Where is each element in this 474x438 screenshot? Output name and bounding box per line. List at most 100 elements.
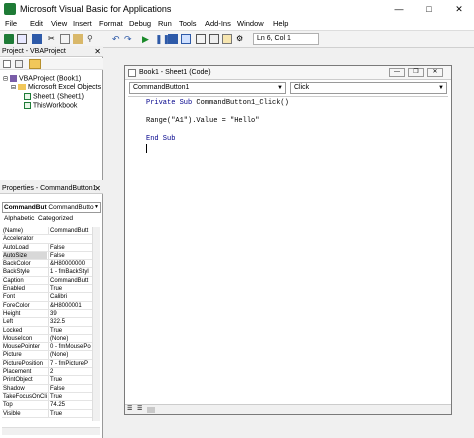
- close-button[interactable]: ✕: [444, 0, 474, 18]
- menu-file[interactable]: File: [5, 19, 17, 28]
- menu-debug[interactable]: Debug: [129, 19, 151, 28]
- property-row[interactable]: Picture (None): [2, 351, 92, 360]
- undo-icon[interactable]: ↶: [112, 34, 122, 44]
- property-value[interactable]: False: [48, 384, 92, 392]
- object-combo[interactable]: CommandButton1 ▼: [129, 82, 286, 94]
- view-code-icon[interactable]: [3, 60, 11, 68]
- design-mode-icon[interactable]: [181, 34, 191, 44]
- property-value[interactable]: False: [48, 251, 92, 260]
- property-value[interactable]: CommandButt: [48, 276, 92, 285]
- property-row[interactable]: Caption CommandButt: [2, 276, 92, 286]
- property-row[interactable]: PrintObject True: [2, 376, 92, 385]
- menu-edit[interactable]: Edit: [30, 19, 43, 28]
- property-row[interactable]: AutoSize False: [2, 251, 92, 261]
- property-row[interactable]: Font Calibri: [2, 293, 92, 302]
- property-value[interactable]: CommandButt: [48, 227, 92, 235]
- property-value[interactable]: 2: [48, 368, 92, 376]
- scroll-thumb[interactable]: [147, 407, 155, 413]
- break-icon[interactable]: ❚❚: [155, 34, 170, 44]
- property-value[interactable]: Calibri: [48, 293, 92, 301]
- object-selector[interactable]: CommandBut CommandButto ▼: [2, 202, 101, 213]
- view-module-icon[interactable]: ☰: [137, 405, 142, 412]
- menu-add-ins[interactable]: Add-Ins: [205, 19, 231, 28]
- insert-userform-icon[interactable]: [17, 34, 27, 44]
- code-hscroll[interactable]: ☰ ☰: [125, 404, 451, 414]
- property-row[interactable]: ForeColor &H8000001: [2, 301, 92, 310]
- code-restore-button[interactable]: ❐: [408, 68, 424, 77]
- property-value[interactable]: 322.5: [48, 318, 92, 326]
- menu-view[interactable]: View: [51, 19, 67, 28]
- property-value[interactable]: 74.25: [48, 401, 92, 409]
- menu-format[interactable]: Format: [99, 19, 123, 28]
- object-browser-icon[interactable]: [222, 34, 232, 44]
- project-explorer-icon[interactable]: [196, 34, 206, 44]
- property-row[interactable]: BackStyle 1 - fmBackStyl: [2, 268, 92, 277]
- property-row[interactable]: Top 74.25: [2, 401, 92, 410]
- find-icon[interactable]: ⚲: [87, 34, 97, 44]
- procedure-combo[interactable]: Click ▼: [290, 82, 447, 94]
- view-object-icon[interactable]: [15, 60, 23, 68]
- property-value[interactable]: (None): [48, 351, 92, 359]
- property-value[interactable]: &H8000001: [48, 301, 92, 309]
- copy-icon[interactable]: [60, 34, 70, 44]
- save-icon[interactable]: [32, 34, 42, 44]
- property-row[interactable]: Locked True: [2, 326, 92, 335]
- property-row[interactable]: Enabled True: [2, 285, 92, 294]
- property-value[interactable]: True: [48, 285, 92, 293]
- properties-hscroll[interactable]: [2, 427, 100, 435]
- reset-icon[interactable]: [168, 34, 178, 44]
- properties-window-icon[interactable]: [209, 34, 219, 44]
- property-row[interactable]: BackColor &H80000000: [2, 260, 92, 269]
- property-value[interactable]: 39: [48, 309, 92, 318]
- property-row[interactable]: MousePointer 0 - fmMousePo: [2, 343, 92, 352]
- toggle-folders-icon[interactable]: [29, 59, 41, 69]
- redo-icon[interactable]: ↷: [124, 34, 134, 44]
- property-row[interactable]: Left 322.5: [2, 318, 92, 327]
- tree-item-sheet1[interactable]: Sheet1 (Sheet1): [24, 93, 84, 100]
- close-icon[interactable]: ✕: [94, 46, 101, 57]
- property-value[interactable]: 7 - fmPictureP: [48, 359, 92, 368]
- property-row[interactable]: TakeFocusOnClickTrue: [2, 392, 92, 402]
- property-value[interactable]: 1 - fmBackStyl: [48, 268, 92, 276]
- property-row[interactable]: Height 39: [2, 309, 92, 319]
- property-row[interactable]: PicturePosition 7 - fmPictureP: [2, 359, 92, 369]
- code-editor[interactable]: Private Sub CommandButton1_Click() Range…: [128, 96, 448, 403]
- property-row[interactable]: (Name) CommandButt: [2, 227, 92, 236]
- property-value[interactable]: 0 - fmMousePo: [48, 343, 92, 351]
- property-row[interactable]: Shadow False: [2, 384, 92, 393]
- tree-item-thisworkbook[interactable]: ThisWorkbook: [24, 102, 77, 109]
- property-value[interactable]: True: [48, 376, 92, 384]
- tree-folder[interactable]: ⊟ Microsoft Excel Objects: [11, 84, 101, 91]
- property-row[interactable]: Visible True: [2, 409, 92, 418]
- menu-run[interactable]: Run: [158, 19, 172, 28]
- paste-icon[interactable]: [73, 34, 83, 44]
- maximize-button[interactable]: □: [414, 0, 444, 18]
- property-value[interactable]: False: [48, 243, 92, 251]
- property-value[interactable]: (None): [48, 334, 92, 343]
- code-minimize-button[interactable]: —: [389, 68, 405, 77]
- property-value[interactable]: &H80000000: [48, 260, 92, 268]
- property-row[interactable]: MouseIcon (None): [2, 334, 92, 344]
- menu-window[interactable]: Window: [237, 19, 264, 28]
- property-value[interactable]: True: [48, 326, 92, 334]
- property-row[interactable]: Placement 2: [2, 368, 92, 377]
- menu-help[interactable]: Help: [273, 19, 288, 28]
- view-excel-icon[interactable]: [4, 34, 14, 44]
- minimize-button[interactable]: —: [384, 0, 414, 18]
- toolbox-icon[interactable]: ⚙: [236, 34, 246, 44]
- tab-alphabetic[interactable]: Alphabetic: [4, 215, 34, 222]
- tab-categorized[interactable]: Categorized: [38, 215, 73, 222]
- cut-icon[interactable]: ✂: [48, 34, 58, 44]
- code-close-button[interactable]: ✕: [427, 68, 443, 77]
- menu-insert[interactable]: Insert: [73, 19, 92, 28]
- view-procedure-icon[interactable]: ☰: [127, 405, 132, 412]
- property-value[interactable]: True: [48, 409, 92, 417]
- property-row[interactable]: Accelerator: [2, 235, 92, 244]
- properties-scrollbar[interactable]: [92, 227, 100, 421]
- menu-tools[interactable]: Tools: [179, 19, 197, 28]
- run-icon[interactable]: ▶: [142, 34, 152, 44]
- property-value[interactable]: True: [48, 392, 92, 401]
- property-row[interactable]: AutoLoad False: [2, 243, 92, 252]
- tree-root[interactable]: ⊟ VBAProject (Book1): [3, 75, 81, 82]
- close-icon[interactable]: ✕: [94, 183, 101, 194]
